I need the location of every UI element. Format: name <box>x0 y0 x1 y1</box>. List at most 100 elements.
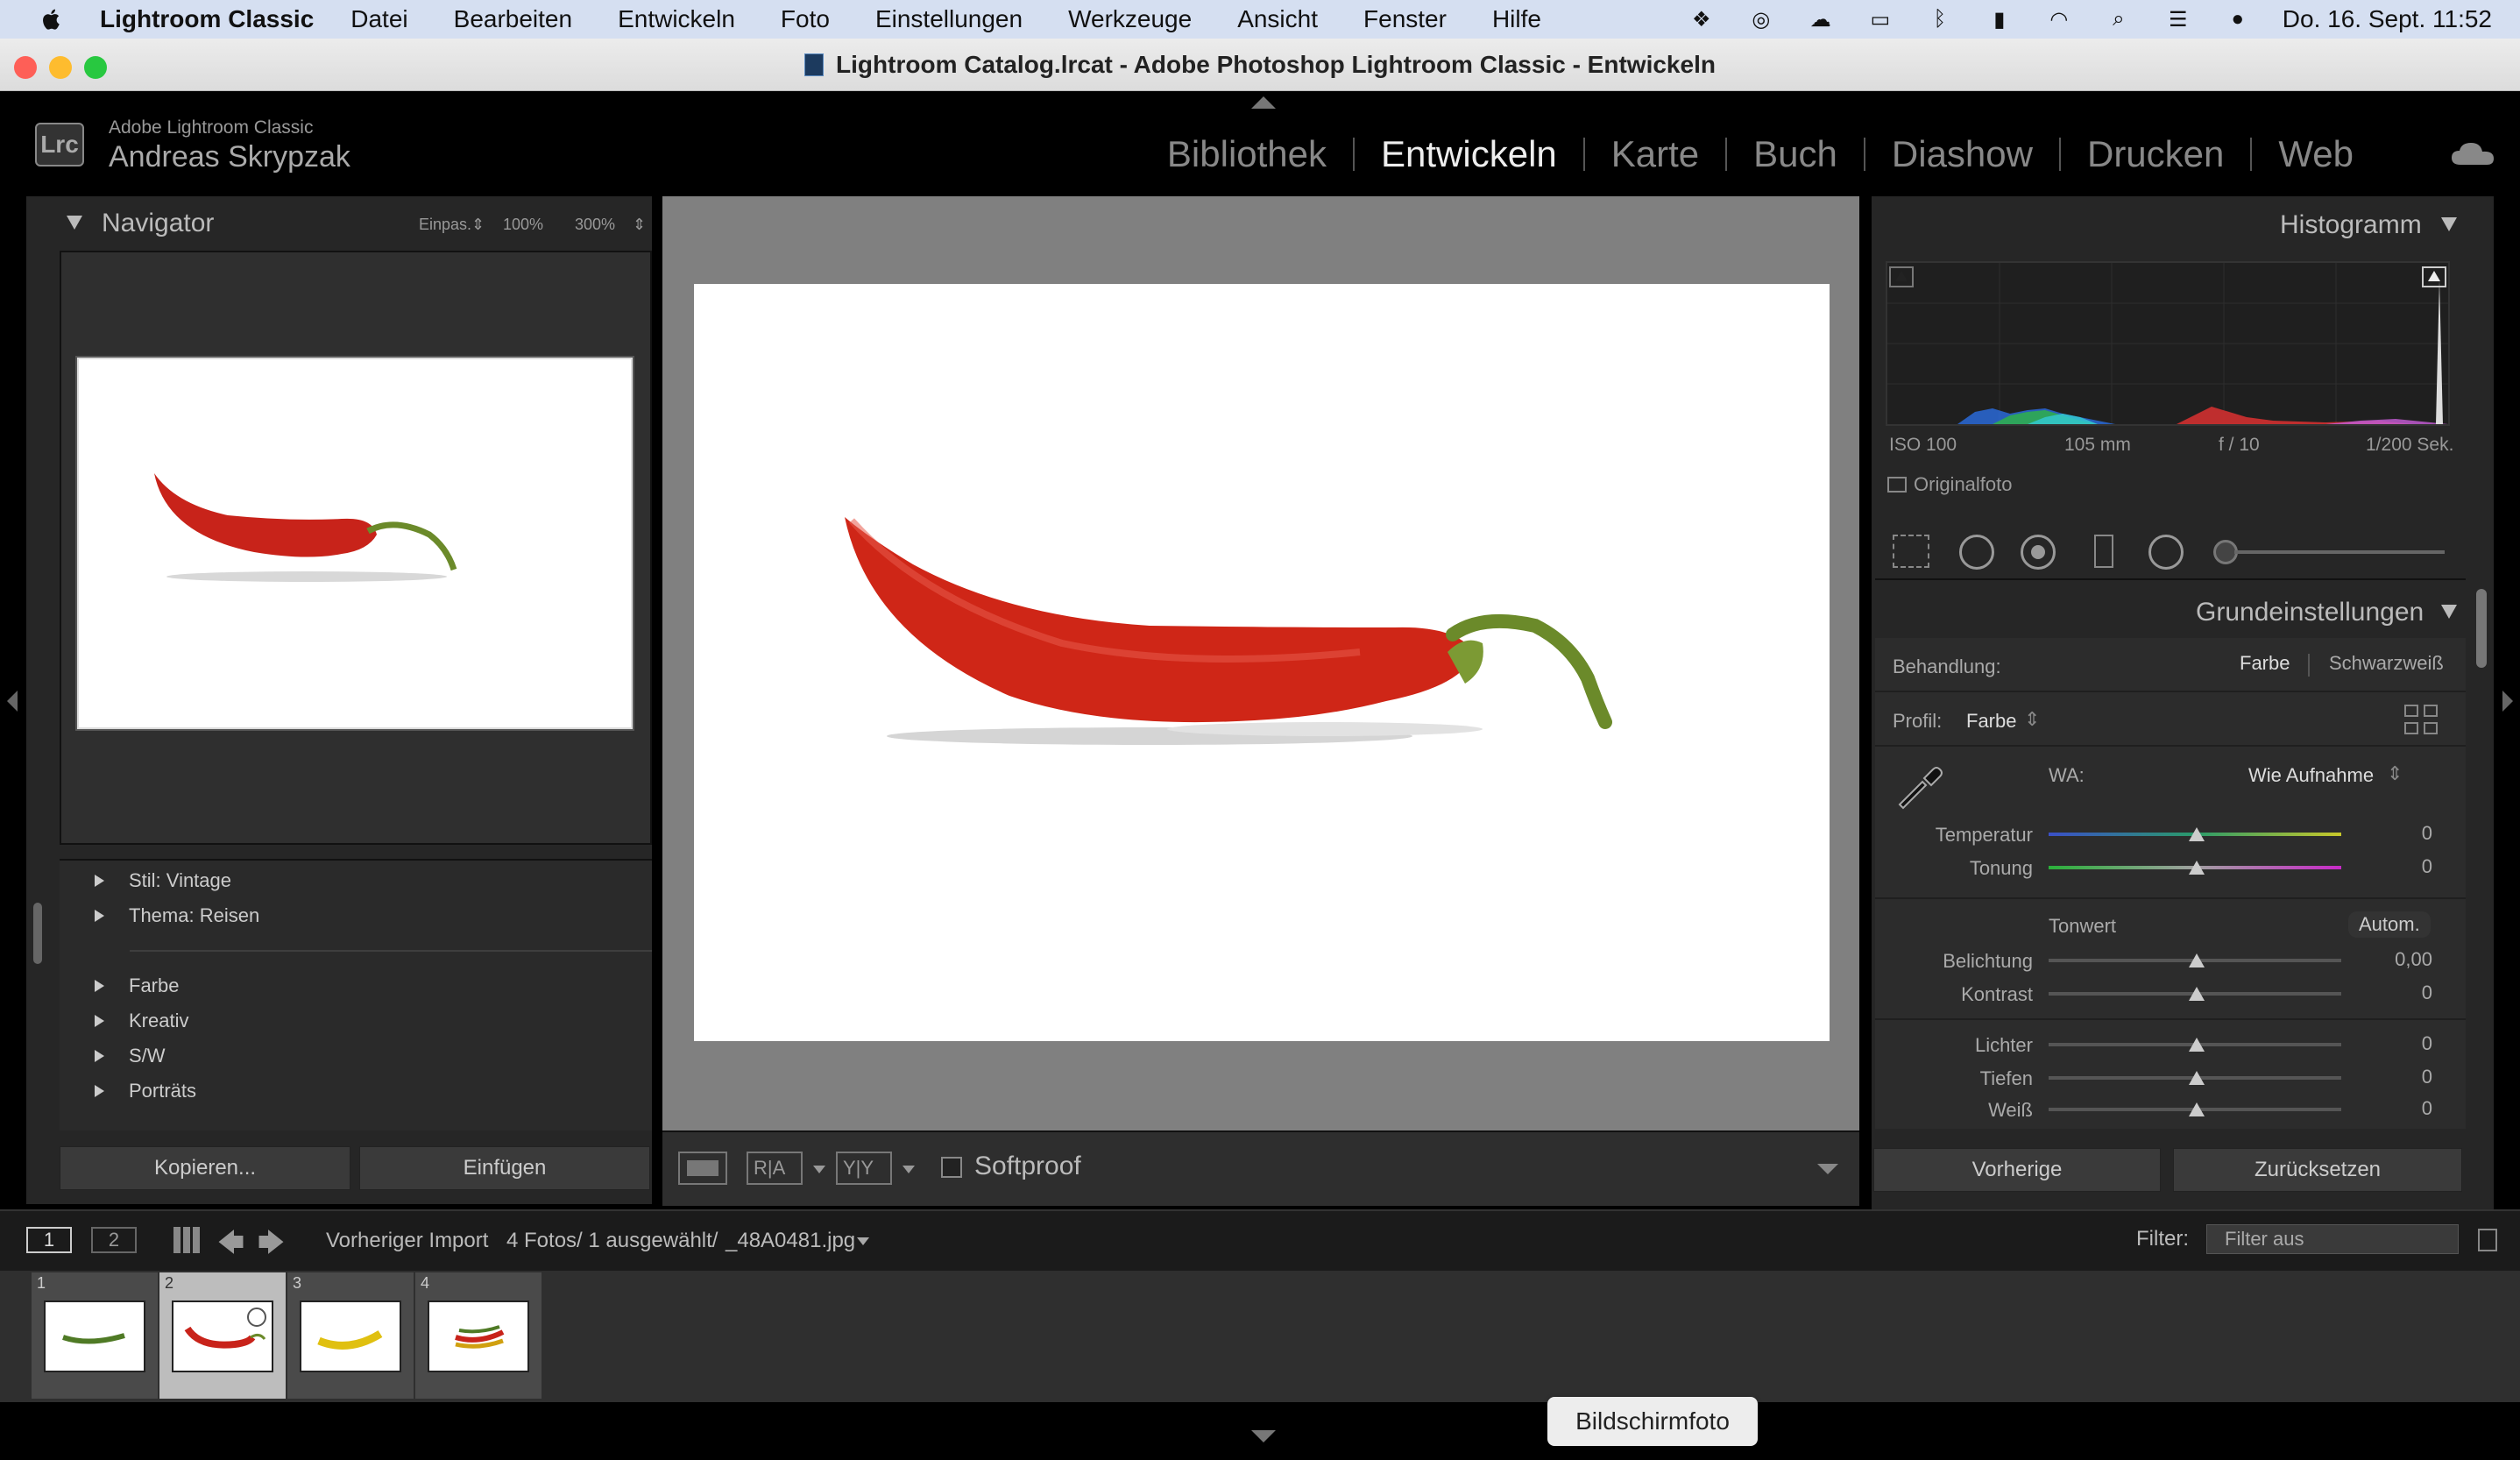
tint-thumb[interactable] <box>2189 861 2205 875</box>
collapse-bottom-panel-icon[interactable] <box>1251 1430 1276 1442</box>
exposure-value[interactable]: 0,00 <box>2362 948 2432 971</box>
collapse-left-panel-icon[interactable] <box>7 691 18 712</box>
siri-icon[interactable]: ● <box>2223 7 2253 32</box>
grid-view-icon[interactable] <box>173 1227 200 1253</box>
clock[interactable]: Do. 16. Sept. 11:52 <box>2283 5 2492 33</box>
navigator-preview[interactable] <box>75 356 634 731</box>
screen-1-button[interactable]: 1 <box>26 1227 72 1253</box>
module-bibliothek[interactable]: Bibliothek <box>1141 133 1353 175</box>
zoom-fit-chevron-icon[interactable]: ⇕ <box>471 216 485 234</box>
shadows-thumb[interactable] <box>2189 1071 2205 1085</box>
exposure-thumb[interactable] <box>2189 953 2205 967</box>
control-center-icon[interactable]: ☰ <box>2163 7 2193 32</box>
red-eye-icon[interactable] <box>2021 535 2056 570</box>
profile-select[interactable]: Farbe <box>1966 710 2016 733</box>
menu-foto[interactable]: Foto <box>781 5 830 33</box>
preset-group[interactable]: Stil: Vintage <box>60 869 231 892</box>
dropbox-icon[interactable]: ❖ <box>1687 7 1717 32</box>
expand-triangle-icon[interactable] <box>95 910 104 922</box>
contrast-thumb[interactable] <box>2189 987 2205 1001</box>
spot-removal-icon[interactable] <box>1959 535 1994 570</box>
navigator-header[interactable]: Navigator Einpas. ⇕ 100% 300% ⇕ <box>26 196 652 251</box>
menu-entwickeln[interactable]: Entwickeln <box>618 5 735 33</box>
module-diashow[interactable]: Diashow <box>1865 133 2059 175</box>
tint-value[interactable]: 0 <box>2380 855 2432 878</box>
crop-tool-icon[interactable] <box>1893 535 1929 568</box>
collapse-top-panel-icon[interactable] <box>1251 96 1276 109</box>
preset-group[interactable]: Porträts <box>60 1080 196 1102</box>
profile-chevron-icon[interactable]: ⇕ <box>2024 708 2040 731</box>
main-photo[interactable] <box>694 284 1830 1041</box>
graduated-filter-icon[interactable] <box>2094 535 2113 568</box>
preset-group[interactable]: Kreativ <box>60 1010 188 1032</box>
module-buch[interactable]: Buch <box>1727 133 1864 175</box>
basic-panel-header[interactable]: Grundeinstellungen <box>1875 587 2466 636</box>
previous-button[interactable]: Vorherige <box>1873 1148 2161 1192</box>
original-photo-checkbox[interactable] <box>1887 477 1907 493</box>
menu-hilfe[interactable]: Hilfe <box>1492 5 1541 33</box>
filmstrip-thumb[interactable]: 2 <box>159 1272 286 1399</box>
menu-bearbeiten[interactable]: Bearbeiten <box>454 5 572 33</box>
apple-icon[interactable] <box>39 6 65 32</box>
bluetooth-icon[interactable]: ᛒ <box>1925 7 1955 32</box>
collapse-histogram-icon[interactable] <box>2441 217 2457 231</box>
expand-triangle-icon[interactable] <box>95 1050 104 1062</box>
softproof-checkbox[interactable] <box>941 1157 962 1178</box>
preset-group[interactable]: S/W <box>60 1045 166 1067</box>
module-entwickeln[interactable]: Entwickeln <box>1355 133 1583 175</box>
card-icon[interactable]: ▭ <box>1865 7 1895 32</box>
menu-fenster[interactable]: Fenster <box>1363 5 1447 33</box>
cloud-icon[interactable] <box>2450 140 2495 167</box>
expand-triangle-icon[interactable] <box>95 1085 104 1097</box>
menu-werkzeuge[interactable]: Werkzeuge <box>1068 5 1192 33</box>
whites-thumb[interactable] <box>2189 1102 2205 1116</box>
yy-dropdown-icon[interactable] <box>903 1166 915 1173</box>
cloud-sync-icon[interactable]: ☁ <box>1806 7 1836 32</box>
zoom-more-chevron-icon[interactable]: ⇕ <box>633 216 646 234</box>
right-scrollbar[interactable] <box>2476 589 2487 668</box>
module-web[interactable]: Web <box>2252 133 2380 175</box>
zoom-300[interactable]: 300% <box>575 216 615 234</box>
copy-button[interactable]: Kopieren... <box>60 1146 350 1190</box>
histogram-title[interactable]: Histogramm <box>2280 210 2422 240</box>
minimize-window-button[interactable] <box>49 56 72 79</box>
forward-arrow-icon[interactable]: 🡆 <box>258 1223 285 1268</box>
menu-ansicht[interactable]: Ansicht <box>1237 5 1318 33</box>
module-karte[interactable]: Karte <box>1585 133 1725 175</box>
filmstrip-thumb[interactable]: 1 <box>32 1272 158 1399</box>
wb-select[interactable]: Wie Aufnahme <box>2248 764 2374 787</box>
app-menu[interactable]: Lightroom Classic <box>100 5 314 33</box>
zoom-window-button[interactable] <box>84 56 107 79</box>
filter-lock-icon[interactable] <box>2478 1229 2497 1251</box>
filmstrip-thumb[interactable]: 4 <box>415 1272 542 1399</box>
left-scrollbar[interactable] <box>33 903 42 964</box>
preset-group[interactable]: Thema: Reisen <box>60 904 259 927</box>
shadows-value[interactable]: 0 <box>2380 1066 2432 1088</box>
wb-chevron-icon[interactable]: ⇕ <box>2387 762 2403 785</box>
module-drucken[interactable]: Drucken <box>2061 133 2250 175</box>
toolbar-menu-chevron-icon[interactable] <box>1817 1164 1838 1174</box>
filename-dropdown-icon[interactable] <box>857 1237 869 1245</box>
white-balance-picker-icon[interactable] <box>1893 759 1945 812</box>
collapse-right-panel-icon[interactable] <box>2502 691 2513 712</box>
filename[interactable]: _48A0481.jpg <box>726 1229 855 1253</box>
highlight-clipping-icon[interactable] <box>2422 266 2446 287</box>
histogram[interactable] <box>1886 261 2450 426</box>
expand-triangle-icon[interactable] <box>95 875 104 887</box>
menu-datei[interactable]: Datei <box>350 5 407 33</box>
close-window-button[interactable] <box>14 56 37 79</box>
whites-value[interactable]: 0 <box>2380 1097 2432 1120</box>
paste-button[interactable]: Einfügen <box>359 1146 650 1190</box>
source-label[interactable]: Vorheriger Import <box>326 1229 488 1253</box>
filter-select[interactable]: Filter aus <box>2206 1224 2459 1254</box>
shadow-clipping-icon[interactable] <box>1889 266 1914 287</box>
collapse-basic-icon[interactable] <box>2441 605 2457 619</box>
preset-group[interactable]: Farbe <box>60 975 179 997</box>
zoom-fit[interactable]: Einpas. <box>419 216 471 234</box>
zoom-100[interactable]: 100% <box>503 216 543 234</box>
back-arrow-icon[interactable]: 🡄 <box>217 1223 244 1268</box>
battery-icon[interactable]: ▮ <box>1985 7 2014 32</box>
filmstrip-thumb[interactable]: 3 <box>287 1272 414 1399</box>
loupe-view-icon[interactable] <box>678 1152 727 1185</box>
screen-2-button[interactable]: 2 <box>91 1227 137 1253</box>
